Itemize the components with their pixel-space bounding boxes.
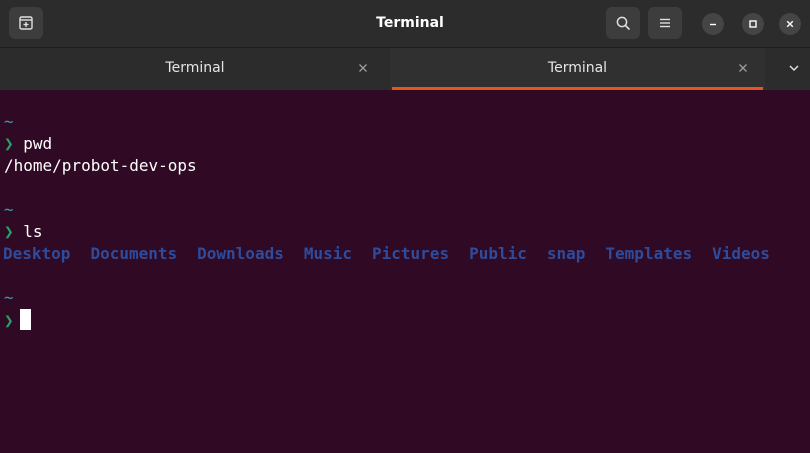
tab-terminal-1[interactable]: Terminal (0, 48, 390, 90)
prompt-directory: ~ (4, 288, 14, 307)
new-tab-icon (19, 16, 33, 30)
prompt-directory: ~ (4, 112, 14, 131)
prompt-symbol: ❯ (4, 311, 14, 330)
maximize-icon (749, 20, 757, 28)
header-bar: Terminal (0, 0, 810, 47)
directory-entry: Templates (605, 244, 693, 263)
ls-output: Desktop Documents Downloads Music Pictures Pu… (3, 243, 790, 265)
maximize-button[interactable] (742, 13, 764, 35)
minimize-icon (710, 23, 716, 26)
search-icon (616, 16, 630, 30)
directory-entry: Public (469, 244, 527, 263)
menu-button[interactable] (648, 7, 682, 39)
command-line: ❯ ls (4, 221, 43, 243)
close-button[interactable] (779, 13, 801, 35)
directory-entry: Documents (90, 244, 178, 263)
new-tab-button[interactable] (9, 7, 43, 39)
tab-close-button[interactable] (356, 61, 370, 75)
directory-entry: Pictures (372, 244, 450, 263)
prompt-symbol: ❯ (4, 222, 14, 241)
tab-terminal-2[interactable]: Terminal (390, 48, 765, 90)
close-icon (359, 64, 367, 72)
command-output: /home/probot-dev-ops (4, 156, 197, 175)
terminal-output[interactable]: ~ ❯ pwd /home/probot-dev-ops ~ ❯ ls Desk… (0, 90, 810, 453)
tab-bar: Terminal Terminal (0, 47, 810, 90)
command-line: ❯ pwd (4, 133, 52, 155)
close-icon (739, 64, 747, 72)
prompt-directory: ~ (4, 200, 14, 219)
directory-entry: Videos (712, 244, 770, 263)
command-line: ❯ (4, 309, 31, 331)
directory-entry: snap (546, 244, 586, 263)
tab-close-button[interactable] (736, 61, 750, 75)
directory-entry: Downloads (197, 244, 284, 263)
prompt-symbol: ❯ (4, 134, 14, 153)
tab-label: Terminal (547, 60, 608, 76)
command-text: ls (23, 222, 43, 241)
terminal-window: Terminal Terminal Terminal ~ ❯ pwd /home… (0, 0, 810, 453)
text-cursor (19, 309, 31, 330)
hamburger-menu-icon (660, 18, 670, 28)
minimize-button[interactable] (702, 13, 724, 35)
search-button[interactable] (606, 7, 640, 39)
command-text: pwd (23, 134, 53, 153)
window-title: Terminal (376, 15, 444, 31)
directory-entry: Music (303, 244, 353, 263)
tab-label: Terminal (165, 60, 225, 76)
chevron-down-icon (789, 65, 799, 72)
directory-entry: Desktop (3, 244, 71, 263)
tab-overview-button[interactable] (786, 60, 802, 76)
close-icon (786, 20, 794, 28)
